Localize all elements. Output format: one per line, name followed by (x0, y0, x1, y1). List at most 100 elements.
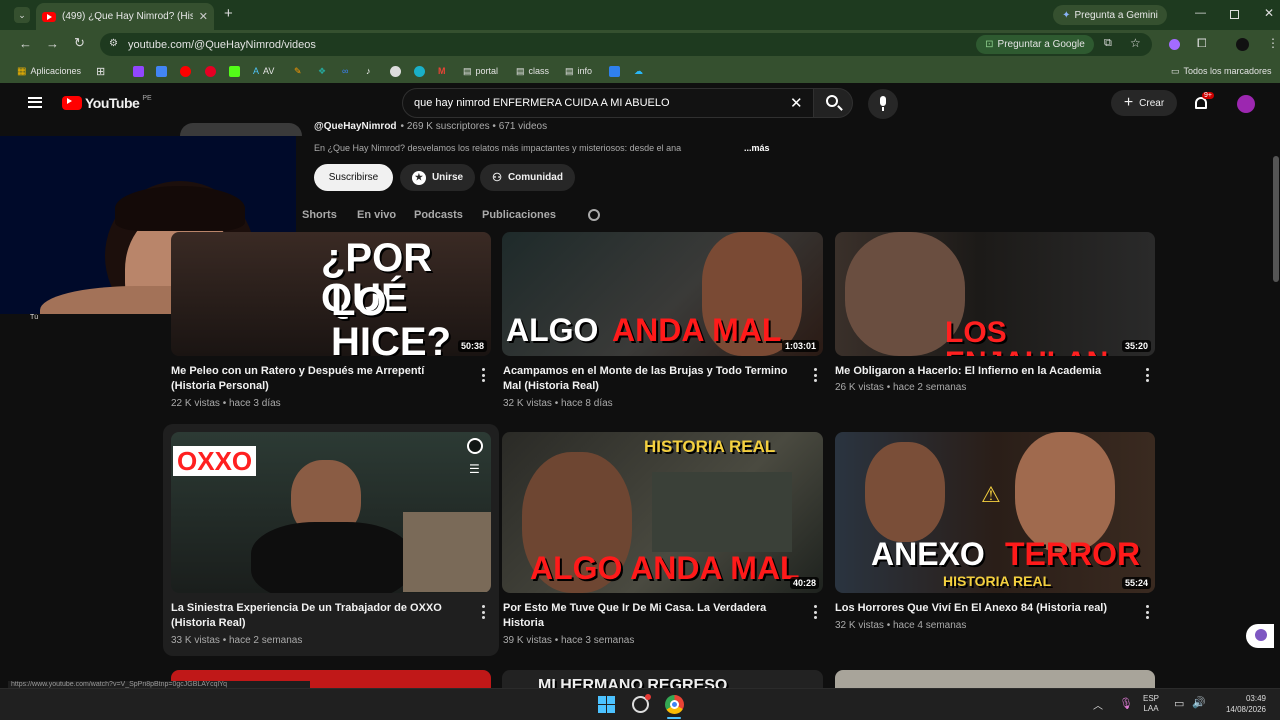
community-button[interactable]: ⚇ Comunidad (480, 164, 575, 191)
bookmark-chatgpt[interactable] (390, 64, 401, 78)
bookmark-apps[interactable]: ▦ Aplicaciones (17, 64, 81, 78)
page-scrollbar[interactable] (1273, 156, 1279, 282)
extension-orb-icon[interactable] (1169, 39, 1180, 50)
video-thumbnail[interactable]: MI HERMANO REGRESO (502, 670, 823, 688)
bookmark-youtube[interactable] (180, 64, 191, 78)
tab-posts[interactable]: Publicaciones (482, 209, 556, 221)
all-bookmarks-folder[interactable]: ▭ Todos los marcadores (1171, 64, 1272, 78)
watch-later-icon[interactable] (467, 438, 483, 454)
search-button[interactable] (813, 88, 853, 118)
video-menu-icon[interactable] (813, 605, 817, 619)
back-icon[interactable]: ← (19, 36, 32, 51)
video-thumbnail[interactable]: LOS ENJAULAN 35:20 (835, 232, 1155, 356)
bookmark-tiktok[interactable]: ♪ (366, 64, 371, 78)
video-title[interactable]: Por Esto Me Tuve Que Ir De Mi Casa. La V… (503, 601, 799, 631)
clear-search-icon[interactable]: ✕ (790, 94, 803, 112)
floating-assistant-button[interactable] (1246, 624, 1274, 648)
tray-chevron-icon[interactable]: ︿ (1093, 697, 1103, 712)
video-title[interactable]: Me Peleo con un Ratero y Después me Arre… (171, 364, 461, 394)
network-icon[interactable]: ▭ (1174, 697, 1184, 710)
all-bookmarks-label: Todos los marcadores (1183, 66, 1272, 76)
chrome-taskbar-icon[interactable] (665, 695, 684, 714)
video-thumbnail[interactable]: ¿POR QUÉ LO HICE? 50:38 (171, 232, 491, 356)
clock[interactable]: 03:49 14/08/2026 (1216, 693, 1266, 715)
bookmark-pen[interactable]: ✎ (294, 64, 302, 78)
video-menu-icon[interactable] (481, 605, 485, 619)
sidebar-you-label[interactable]: Tú (30, 314, 38, 321)
bookmark-info[interactable]: ▤ info (565, 64, 592, 78)
ask-google-button[interactable]: ⊡ Preguntar a Google (976, 35, 1094, 54)
video-title[interactable]: Me Obligaron a Hacerlo: El Infierno en l… (835, 364, 1135, 379)
tab-search-icon[interactable]: ⌄ (14, 7, 30, 23)
video-thumbnail[interactable]: ⚠ ANEXO TERROR HISTORIA REAL 55:24 (835, 432, 1155, 593)
channel-banner-avatar (180, 123, 302, 136)
account-avatar[interactable] (1237, 95, 1255, 113)
video-thumbnail[interactable] (835, 670, 1155, 688)
bookmark-translate[interactable] (156, 64, 167, 78)
windows-start-icon[interactable] (598, 696, 615, 713)
youtube-logo[interactable]: YouTube PE (62, 95, 152, 111)
language-indicator[interactable]: ESP LAA (1143, 694, 1159, 714)
video-thumbnail[interactable]: HISTORIA REAL ALGO ANDA MAL 40:28 (502, 432, 823, 593)
maximize-button[interactable] (1230, 10, 1239, 19)
search-input[interactable]: que hay nimrod ENFERMERA CUIDA A MI ABUE… (402, 88, 816, 118)
description-more-link[interactable]: ...más (744, 143, 770, 153)
add-to-queue-icon[interactable]: ☰ (469, 462, 480, 476)
av-icon: A (253, 66, 260, 76)
voice-search-button[interactable] (868, 89, 898, 119)
channel-search-icon[interactable] (588, 209, 600, 221)
minimize-button[interactable]: — (1195, 7, 1206, 19)
bookmark-photo[interactable] (609, 64, 620, 78)
bookmark-pinterest[interactable] (205, 64, 216, 78)
join-label: Unirse (431, 172, 464, 183)
close-window-button[interactable]: ✕ (1264, 6, 1274, 20)
video-title[interactable]: La Siniestra Experiencia De un Trabajado… (171, 601, 465, 631)
extensions-puzzle-icon[interactable]: ⧠ (1197, 36, 1207, 51)
bookmark-twitch[interactable] (133, 64, 144, 78)
task-view-icon[interactable] (632, 694, 651, 713)
address-bar[interactable]: ⚙ youtube.com/@QueHayNimrod/videos ⊡ Preg… (100, 33, 1152, 56)
tab-live[interactable]: En vivo (357, 209, 396, 221)
chrome-menu-icon[interactable]: ⋮ (1267, 36, 1279, 50)
twitch-icon (133, 65, 144, 77)
bookmark-av[interactable]: A AV (253, 64, 274, 78)
close-tab-icon[interactable]: ✕ (199, 10, 208, 23)
bookmark-edge[interactable] (414, 64, 425, 78)
clock-time: 03:49 (1245, 694, 1266, 703)
microphone-tray-icon[interactable]: 🎙 (1119, 697, 1133, 710)
bookmark-star-icon[interactable]: ☆ (1130, 36, 1141, 50)
tab-podcasts[interactable]: Podcasts (414, 209, 463, 221)
video-thumbnail[interactable]: ALGO ANDA MAL 1:03:01 (502, 232, 823, 356)
bookmark-class[interactable]: ▤ class (516, 64, 549, 78)
edge-icon (414, 65, 425, 77)
subscribe-button[interactable]: Suscribirse (314, 164, 393, 191)
video-thumbnail[interactable]: OXXO ☰ (171, 432, 491, 593)
bookmark-kick[interactable] (229, 64, 240, 78)
video-menu-icon[interactable] (1145, 605, 1149, 619)
join-button[interactable]: ★ Unirse (400, 164, 475, 191)
bookmark-portal[interactable]: ▤ portal (463, 64, 498, 78)
video-title[interactable]: Acampamos en el Monte de las Brujas y To… (503, 364, 807, 394)
site-info-icon[interactable]: ⚙ (109, 38, 118, 49)
tab-shorts[interactable]: Shorts (302, 209, 337, 221)
video-menu-icon[interactable] (1145, 368, 1149, 382)
forward-icon[interactable]: → (46, 36, 59, 51)
new-tab-button[interactable]: + (224, 5, 233, 22)
reload-icon[interactable]: ↻ (74, 35, 85, 51)
volume-icon[interactable]: 🔊 (1192, 696, 1206, 709)
notifications-button[interactable]: 9+ (1193, 92, 1214, 113)
bookmark-gmail[interactable]: M (438, 64, 446, 78)
video-title[interactable]: Los Horrores Que Viví En El Anexo 84 (Hi… (835, 601, 1135, 616)
bookmark-grid[interactable]: ⊞ (96, 64, 105, 78)
video-menu-icon[interactable] (813, 368, 817, 382)
bookmark-cloud[interactable]: ☁ (634, 64, 643, 78)
create-button[interactable]: + Crear (1111, 90, 1177, 116)
browser-tab[interactable]: (499) ¿Que Hay Nimrod? (Historia ✕ (36, 3, 214, 30)
cast-icon[interactable]: ⧉ (1104, 37, 1112, 50)
bookmark-leaf[interactable]: ❖ (318, 64, 326, 78)
hamburger-menu-icon[interactable] (28, 97, 42, 108)
video-menu-icon[interactable] (481, 368, 485, 382)
profile-avatar[interactable] (1236, 38, 1249, 51)
gemini-button[interactable]: ✦ Pregunta a Gemini (1053, 5, 1167, 25)
bookmark-meta[interactable]: ∞ (342, 64, 348, 78)
